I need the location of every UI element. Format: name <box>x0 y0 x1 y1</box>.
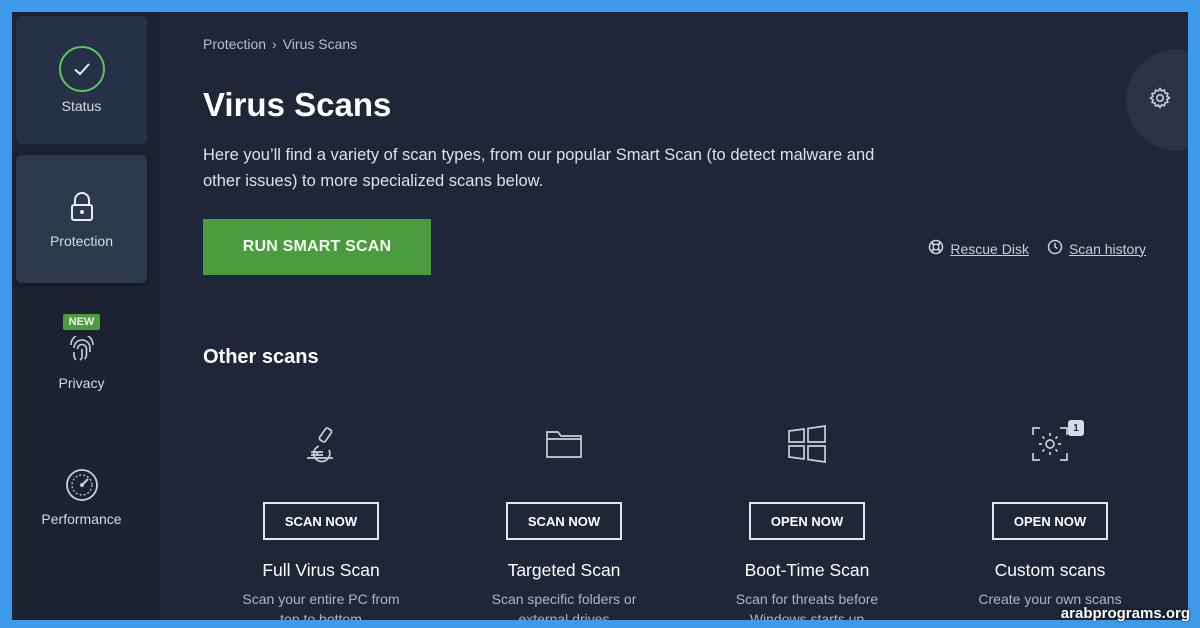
scan-card-custom-scans: 1 OPEN NOW Custom scans Create your own … <box>935 420 1165 609</box>
sidebar-item-protection[interactable]: Protection <box>16 155 147 283</box>
scan-card-description: Scan your entire PC from top to bottom <box>216 589 426 620</box>
rescue-disk-label: Rescue Disk <box>950 240 1029 257</box>
settings-button[interactable] <box>1126 50 1188 150</box>
other-scans-title: Other scans <box>203 346 319 368</box>
clock-icon <box>1047 239 1063 258</box>
sidebar-item-privacy[interactable]: NEW Privacy <box>16 302 147 402</box>
sidebar-item-label: Privacy <box>58 374 105 391</box>
rescue-disk-link[interactable]: Rescue Disk <box>928 239 1029 258</box>
main-content: Protection › Virus Scans Virus Scans Her… <box>160 12 1188 620</box>
folder-icon <box>544 422 584 466</box>
breadcrumb-separator: › <box>272 36 277 52</box>
scan-card-targeted-scan: SCAN NOW Targeted Scan Scan specific fol… <box>449 422 679 620</box>
description-line: top to bottom <box>280 611 362 620</box>
full-virus-scan-button[interactable]: SCAN NOW <box>263 502 379 540</box>
scan-card-title: Targeted Scan <box>507 560 621 580</box>
new-badge: NEW <box>62 313 101 330</box>
sidebar-item-status[interactable]: Status <box>16 16 147 144</box>
watermark: arabprograms.org <box>1060 605 1190 622</box>
check-circle-icon <box>58 46 105 92</box>
sidebar-item-label: Performance <box>41 510 122 527</box>
app-window: Status Protection NEW Privacy Performanc… <box>12 12 1188 620</box>
page-title: Virus Scans <box>203 86 392 123</box>
page-description: Here you’ll find a variety of scan types… <box>203 146 875 190</box>
description-line: Scan for threats before <box>735 591 879 607</box>
sidebar-item-performance[interactable]: Performance <box>16 452 147 542</box>
windows-icon <box>786 422 828 466</box>
breadcrumb: Protection › Virus Scans <box>203 36 357 52</box>
custom-scans-button[interactable]: OPEN NOW <box>992 502 1108 540</box>
targeted-scan-button[interactable]: SCAN NOW <box>506 502 622 540</box>
speedometer-icon <box>65 468 99 505</box>
scan-card-title: Boot-Time Scan <box>744 560 870 580</box>
lifebuoy-icon <box>928 239 944 258</box>
scan-card-title: Full Virus Scan <box>262 560 380 580</box>
scan-card-description: Scan specific folders or external drives <box>459 589 669 620</box>
fingerprint-icon <box>68 332 96 369</box>
breadcrumb-current: Virus Scans <box>282 36 358 52</box>
lock-icon <box>67 190 97 227</box>
breadcrumb-link-protection[interactable]: Protection <box>203 36 266 52</box>
sidebar: Status Protection NEW Privacy Performanc… <box>12 12 160 620</box>
gear-icon <box>1148 86 1172 115</box>
scan-history-link[interactable]: Scan history <box>1047 239 1146 258</box>
sidebar-item-label: Protection <box>49 232 114 249</box>
scan-card-full-virus-scan: SCAN NOW Full Virus Scan Scan your entir… <box>206 422 436 620</box>
secondary-links: Rescue Disk Scan history <box>928 239 1146 258</box>
scan-history-label: Scan history <box>1068 240 1146 257</box>
microscope-icon <box>301 422 341 466</box>
description-line: external drives <box>518 611 610 620</box>
custom-scan-icon: 1 <box>1030 420 1084 466</box>
sidebar-item-label: Status <box>61 98 102 114</box>
run-smart-scan-button[interactable]: RUN SMART SCAN <box>203 219 431 275</box>
scan-card-title: Custom scans <box>994 560 1106 580</box>
description-line: Windows starts up <box>749 611 865 620</box>
scan-card-boot-time-scan: OPEN NOW Boot-Time Scan Scan for threats… <box>692 422 922 620</box>
description-line: Scan your entire PC from <box>242 591 400 607</box>
custom-scans-count-badge: 1 <box>1068 420 1084 436</box>
description-line: Scan specific folders or <box>491 591 637 607</box>
boot-time-scan-button[interactable]: OPEN NOW <box>749 502 865 540</box>
scan-card-description: Scan for threats before Windows starts u… <box>702 589 912 620</box>
